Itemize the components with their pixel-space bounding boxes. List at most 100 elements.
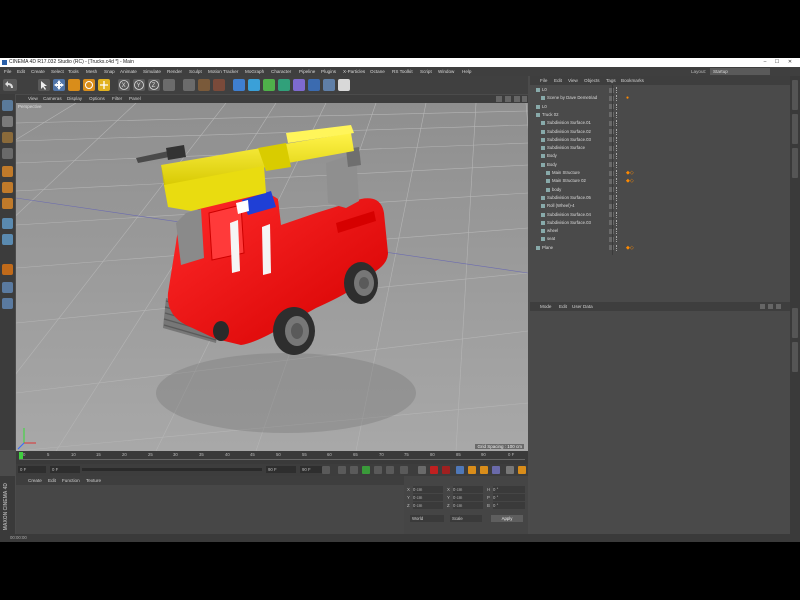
menu-window[interactable]: Window bbox=[438, 67, 454, 76]
object-row[interactable]: Plane ◆◇ bbox=[530, 244, 790, 252]
prev-frame-icon[interactable] bbox=[350, 466, 358, 474]
polygons-mode-icon[interactable] bbox=[2, 198, 13, 209]
editor-render-dots[interactable] bbox=[616, 111, 619, 118]
deformer-icon[interactable] bbox=[293, 79, 305, 91]
editor-render-dots[interactable] bbox=[616, 153, 619, 160]
editor-render-dots[interactable] bbox=[616, 228, 619, 235]
attribute-menu-edit[interactable]: Edit bbox=[559, 302, 567, 311]
workplane-icon[interactable] bbox=[2, 148, 13, 159]
menu-edit[interactable]: Edit bbox=[17, 67, 25, 76]
object-row[interactable]: seat bbox=[530, 235, 790, 243]
pos-y-field[interactable]: 0 cm bbox=[413, 494, 443, 501]
rotate-icon[interactable] bbox=[83, 79, 95, 91]
editor-render-dots[interactable] bbox=[616, 136, 619, 143]
object-row[interactable]: Body bbox=[530, 161, 790, 169]
texture-mode-icon[interactable] bbox=[2, 132, 13, 143]
tweak-mode-icon[interactable] bbox=[2, 234, 13, 245]
menu-sculpt[interactable]: Sculpt bbox=[189, 67, 202, 76]
attribute-menu-user-data[interactable]: User Data bbox=[572, 302, 593, 311]
editor-render-dots[interactable] bbox=[616, 128, 619, 135]
current-frame-field[interactable]: 0 F bbox=[18, 466, 46, 473]
object-row[interactable]: Roll (Wheel)-4 bbox=[530, 202, 790, 210]
object-tags-icon[interactable]: ◆◇ bbox=[626, 178, 634, 184]
subdivision-surface-icon[interactable] bbox=[263, 79, 275, 91]
material-menu-function[interactable]: Function bbox=[62, 476, 80, 485]
menu-script[interactable]: Script bbox=[420, 67, 432, 76]
editor-render-dots[interactable] bbox=[616, 145, 619, 152]
material-menu-create[interactable]: Create bbox=[28, 476, 42, 485]
rot-p-field[interactable]: 0 ° bbox=[493, 494, 525, 501]
editor-render-dots[interactable] bbox=[616, 219, 619, 226]
attr-lock-icon[interactable] bbox=[776, 304, 781, 309]
object-menu-tags[interactable]: Tags bbox=[606, 76, 616, 85]
autokey-icon[interactable] bbox=[430, 466, 438, 474]
material-menu-texture[interactable]: Texture bbox=[86, 476, 101, 485]
viewport-menu-display[interactable]: Display bbox=[67, 95, 82, 103]
apply-button[interactable]: Apply bbox=[491, 515, 523, 522]
pos-x-field[interactable]: 0 cm bbox=[413, 486, 443, 493]
edges-mode-icon[interactable] bbox=[2, 182, 13, 193]
light-icon[interactable] bbox=[338, 79, 350, 91]
menu-mesh[interactable]: Mesh bbox=[86, 67, 97, 76]
workplane-lock-icon[interactable] bbox=[2, 282, 13, 293]
object-row[interactable]: wheel bbox=[530, 227, 790, 235]
position-key-icon[interactable] bbox=[456, 466, 464, 474]
timeline-ruler[interactable]: 0 5 10 15 20 25 30 35 40 45 50 55 60 65 … bbox=[16, 451, 528, 464]
cube-icon[interactable] bbox=[233, 79, 245, 91]
object-row[interactable]: Subdivision Surface.03 bbox=[530, 136, 790, 144]
editor-render-dots[interactable] bbox=[616, 120, 619, 127]
object-row[interactable]: L0 bbox=[530, 86, 790, 94]
viewport-move-icon[interactable] bbox=[496, 96, 502, 102]
close-button[interactable]: ✕ bbox=[785, 58, 795, 67]
goto-start-icon[interactable] bbox=[322, 466, 330, 474]
editor-render-dots[interactable] bbox=[616, 170, 619, 176]
object-tags-icon[interactable]: ◆◇ bbox=[626, 170, 634, 176]
coordinate-system-icon[interactable] bbox=[163, 79, 175, 91]
size-y-field[interactable]: 0 cm bbox=[453, 494, 483, 501]
y-axis-icon[interactable]: Y bbox=[133, 79, 145, 91]
menu-file[interactable]: File bbox=[4, 67, 11, 76]
editor-render-dots[interactable] bbox=[616, 161, 619, 168]
object-row[interactable]: Subdivision Surface.05 bbox=[530, 194, 790, 202]
x-axis-icon[interactable]: X bbox=[118, 79, 130, 91]
size-x-field[interactable]: 0 cm bbox=[453, 486, 483, 493]
goto-end-icon[interactable] bbox=[400, 466, 408, 474]
content-browser-tab[interactable] bbox=[792, 114, 798, 144]
material-menu-edit[interactable]: Edit bbox=[48, 476, 56, 485]
axis-mode-icon[interactable] bbox=[2, 218, 13, 229]
viewport-zoom-icon[interactable] bbox=[505, 96, 511, 102]
coord-mode-dropdown[interactable]: World bbox=[410, 515, 444, 522]
menu-x-particles[interactable]: X-Particles bbox=[343, 67, 365, 76]
object-row[interactable]: Subdivision Surface.03 bbox=[530, 219, 790, 227]
pen-spline-icon[interactable] bbox=[248, 79, 260, 91]
viewport-rotate-icon[interactable] bbox=[514, 96, 520, 102]
scale-key-icon[interactable] bbox=[468, 466, 476, 474]
object-tags-icon[interactable]: ◆◇ bbox=[626, 245, 634, 251]
render-settings-icon[interactable] bbox=[213, 79, 225, 91]
pla-key-icon[interactable] bbox=[506, 466, 514, 474]
minimize-button[interactable]: – bbox=[760, 58, 770, 67]
points-mode-icon[interactable] bbox=[2, 166, 13, 177]
menu-motion-tracker[interactable]: Motion Tracker bbox=[208, 67, 238, 76]
render-picture-viewer-icon[interactable] bbox=[198, 79, 210, 91]
viewport-menu-view[interactable]: View bbox=[28, 95, 38, 103]
select-arrow-icon[interactable] bbox=[38, 79, 50, 91]
editor-render-dots[interactable] bbox=[616, 95, 619, 102]
undo-icon[interactable] bbox=[3, 79, 17, 91]
make-editable-icon[interactable] bbox=[2, 100, 13, 111]
editor-render-dots[interactable] bbox=[616, 203, 619, 210]
object-row[interactable]: Main Structure ◆◇ bbox=[530, 169, 790, 177]
z-axis-icon[interactable]: Z bbox=[148, 79, 160, 91]
menu-help[interactable]: Help bbox=[462, 67, 471, 76]
3d-viewport[interactable]: Perspective Grid Spacing : 100 cm bbox=[16, 103, 528, 451]
viewport-menu-options[interactable]: Options bbox=[89, 95, 105, 103]
attribute-menu-mode[interactable]: Mode bbox=[540, 302, 552, 311]
object-menu-file[interactable]: File bbox=[540, 76, 547, 85]
menu-render[interactable]: Render bbox=[167, 67, 182, 76]
render-view-icon[interactable] bbox=[183, 79, 195, 91]
camera-icon[interactable] bbox=[323, 79, 335, 91]
attr-back-icon[interactable] bbox=[760, 304, 765, 309]
maximize-button[interactable]: ☐ bbox=[772, 58, 782, 67]
model-mode-icon[interactable] bbox=[2, 116, 13, 127]
object-row[interactable]: Truck 02 bbox=[530, 111, 790, 119]
